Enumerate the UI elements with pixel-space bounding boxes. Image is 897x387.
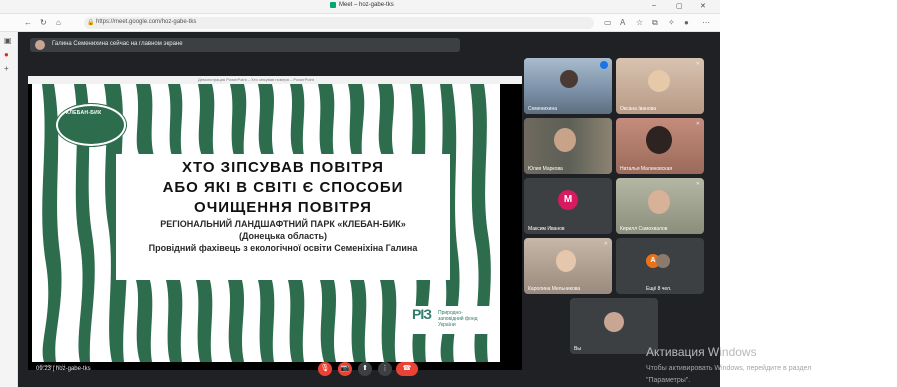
participant-tile[interactable]: M Максим Иванов <box>524 178 612 234</box>
meeting-separator: | <box>52 366 55 372</box>
browser-sidebar: ▣ ● + <box>0 32 18 387</box>
participant-name: Оксана Іванова <box>620 106 657 112</box>
refresh-icon[interactable]: ↻ <box>40 18 47 28</box>
slide-text-block: ХТО ЗІПСУВАВ ПОВІТРЯ АБО ЯКІ В СВІТІ Є С… <box>116 154 450 280</box>
url-text: https://meet.google.com/hoz-gabe-tks <box>96 19 197 25</box>
record-icon[interactable]: ● <box>4 50 9 60</box>
self-name: Вы <box>574 346 581 352</box>
mic-off-icon: ✕ <box>603 241 608 247</box>
participant-tile[interactable]: Юлия Маркова <box>524 118 612 174</box>
mic-off-icon: ✕ <box>695 61 700 67</box>
self-avatar <box>604 312 624 332</box>
park-logo: КЛЕБАН-БИК <box>56 104 126 146</box>
participant-head <box>648 70 670 92</box>
presentation-area: Демонстрация PowerPoint – Хто зіпсував п… <box>28 76 522 370</box>
self-view-tile[interactable]: Вы <box>570 298 658 354</box>
meeting-code: hoz-gabe-tks <box>55 366 91 372</box>
presenter-avatar <box>35 40 45 50</box>
meeting-time: 09:23 <box>36 366 52 372</box>
share-header: Демонстрация PowerPoint – Хто зіпсував п… <box>28 76 522 84</box>
participant-name: Кирилл Самохвалов <box>620 226 668 232</box>
slide: КЛЕБАН-БИК ХТО ЗІПСУВАВ ПОВІТРЯ АБО ЯКІ … <box>32 84 500 362</box>
participant-tile[interactable]: ✕ Наталья Малиновская <box>616 118 704 174</box>
meeting-info: 09:23 | hoz-gabe-tks <box>36 366 91 372</box>
participant-head <box>554 128 576 152</box>
profile-icon[interactable]: ● <box>684 18 689 28</box>
fund-logo-text: Природно-заповідний фонд України <box>438 310 478 328</box>
add-icon[interactable]: + <box>4 64 9 74</box>
participant-head <box>656 254 670 268</box>
participant-head <box>648 190 670 214</box>
meet-window: Галина Семенихина сейчас на главном экра… <box>18 32 720 387</box>
fund-logo-mark: РІЗ <box>412 306 432 322</box>
participant-name: Юлия Маркова <box>528 166 563 172</box>
participant-name: Каролина Мельникова <box>528 286 581 292</box>
speaking-indicator-icon <box>600 61 608 69</box>
address-bar[interactable]: 🔒 https://meet.google.com/hoz-gabe-tks <box>84 17 594 29</box>
participant-name: Наталья Малиновская <box>620 166 673 172</box>
fund-logo: РІЗ Природно-заповідний фонд України <box>412 306 492 334</box>
slide-title-line-3: ОЧИЩЕННЯ ПОВІТРЯ <box>194 199 372 216</box>
participant-name: Максим Иванов <box>528 226 565 232</box>
participant-name: Семенихина <box>528 106 557 112</box>
browser-toolbar: ← ↻ ⌂ 🔒 https://meet.google.com/hoz-gabe… <box>0 14 720 32</box>
lock-icon: 🔒 <box>87 20 95 26</box>
browser-tab[interactable]: Meet – hoz-gabe-tks <box>330 2 394 8</box>
slide-subtitle-line-1: РЕГІОНАЛЬНИЙ ЛАНДШАФТНИЙ ПАРК «КЛЕБАН-БИ… <box>160 219 406 229</box>
tab-title-text: Meet – hoz-gabe-tks <box>339 2 394 8</box>
presenting-banner: Галина Семенихина сейчас на главном экра… <box>30 38 460 52</box>
more-menu-icon[interactable]: ⋯ <box>702 18 710 28</box>
maximize-button[interactable]: ▢ <box>676 2 683 10</box>
slide-title-line-2: АБО ЯКІ В СВІТІ Є СПОСОБИ <box>162 179 404 196</box>
slide-title-line-1: ХТО ЗІПСУВАВ ПОВІТРЯ <box>182 159 384 176</box>
mic-toggle-button[interactable]: 🎙 <box>318 362 332 376</box>
slide-subtitle-line-3: Провідний фахівець з екологічної освіти … <box>148 243 418 253</box>
participant-head <box>560 70 578 88</box>
share-header-text: Демонстрация PowerPoint – Хто зіпсував п… <box>198 77 314 82</box>
camera-permission-icon[interactable]: ▭ <box>604 18 612 28</box>
participant-head <box>556 250 576 272</box>
participant-initial-avatar: M <box>558 190 578 210</box>
read-aloud-icon[interactable]: A <box>620 18 625 28</box>
browser-titlebar: Meet – hoz-gabe-tks – ▢ ✕ <box>0 0 720 14</box>
mic-off-icon: ✕ <box>695 121 700 127</box>
mic-off-icon: ✕ <box>695 181 700 187</box>
back-icon[interactable]: ← <box>24 18 32 28</box>
more-options-button[interactable]: ⋮ <box>378 362 392 376</box>
favorite-star-icon[interactable]: ☆ <box>636 18 643 28</box>
participant-head <box>646 126 672 154</box>
participant-tile[interactable]: ✕ Каролина Мельникова <box>524 238 612 294</box>
tabs-icon[interactable]: ▣ <box>4 36 12 46</box>
meet-logo-icon <box>330 2 336 8</box>
minimize-button[interactable]: – <box>652 2 656 9</box>
collections-icon[interactable]: ⧉ <box>652 18 658 28</box>
camera-toggle-button[interactable]: 📷 <box>338 362 352 376</box>
more-participants-label: Ещё 8 чел. <box>646 286 672 292</box>
present-button[interactable]: ⬆ <box>358 362 372 376</box>
participant-tile[interactable]: ✕ Оксана Іванова <box>616 58 704 114</box>
more-participants-tile[interactable]: A Ещё 8 чел. <box>616 238 704 294</box>
participant-tile[interactable]: ✕ Кирилл Самохвалов <box>616 178 704 234</box>
screenshot-root: Meet – hoz-gabe-tks – ▢ ✕ ← ↻ ⌂ 🔒 https:… <box>0 0 897 387</box>
extensions-icon[interactable]: ✧ <box>668 18 675 28</box>
home-icon[interactable]: ⌂ <box>56 18 61 28</box>
slide-status-bar: Слайд 1 из 11 <box>28 362 522 370</box>
leave-call-button[interactable]: ☎ <box>396 362 418 376</box>
participant-tile[interactable]: Семенихина <box>524 58 612 114</box>
park-logo-text: КЛЕБАН-БИК <box>66 110 102 116</box>
slide-subtitle-line-2: (Донецька область) <box>238 231 328 241</box>
presenting-banner-text: Галина Семенихина сейчас на главном экра… <box>52 41 183 47</box>
close-window-button[interactable]: ✕ <box>700 2 706 10</box>
